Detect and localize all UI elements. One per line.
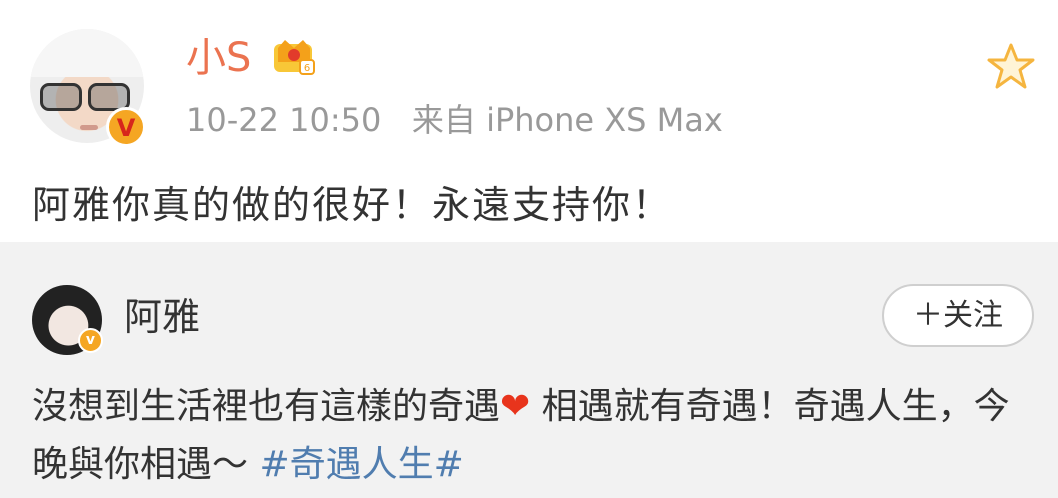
post-text: 阿雅你真的做的很好！永遠支持你！: [32, 183, 673, 227]
repost-username[interactable]: 阿雅: [124, 294, 200, 340]
repost-text-part1: 沒想到生活裡也有這樣的奇遇: [32, 386, 501, 427]
username[interactable]: 小S: [186, 34, 251, 82]
star-icon[interactable]: [986, 42, 1036, 90]
repost-text: 沒想到生活裡也有這樣的奇遇❤ 相遇就有奇遇！奇遇人生，今晚與你相遇～ #奇遇人生…: [32, 378, 1032, 494]
hashtag-link[interactable]: #奇遇人生#: [259, 444, 463, 485]
original-post-card: V 小S 6 10-22 10:50 来自 iPhone XS Max 阿雅你真…: [0, 0, 1058, 242]
post-meta: 10-22 10:50 来自 iPhone XS Max: [186, 99, 723, 141]
verified-icon: V: [106, 107, 146, 147]
heart-emoji: ❤: [500, 386, 531, 427]
svg-text:6: 6: [304, 63, 310, 74]
sunglasses: [40, 83, 132, 111]
follow-button[interactable]: ＋关注: [882, 284, 1034, 347]
verified-icon: v: [78, 328, 103, 353]
post-time: 10-22 10:50: [186, 101, 382, 139]
post-source: 来自 iPhone XS Max: [411, 101, 723, 139]
vip-crown-icon: 6: [274, 40, 315, 75]
